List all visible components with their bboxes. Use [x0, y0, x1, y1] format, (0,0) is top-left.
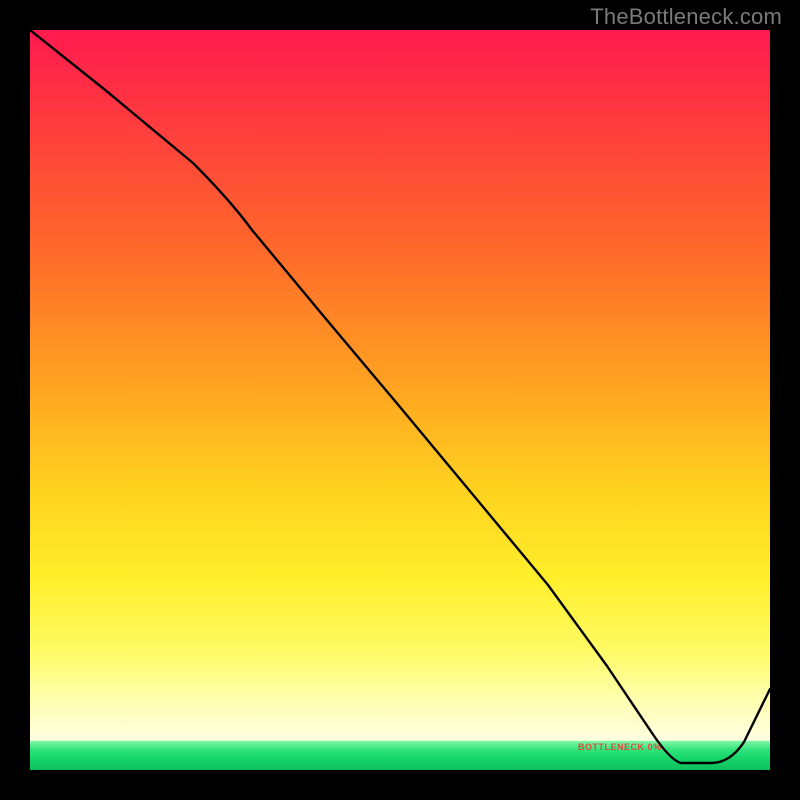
bottleneck-gradient-background [30, 30, 770, 770]
watermark-text: TheBottleneck.com [590, 4, 782, 30]
chart-frame: TheBottleneck.com BOTTLENECK 0% [0, 0, 800, 800]
bottleneck-zero-label: BOTTLENECK 0% [578, 742, 662, 752]
plot-area: BOTTLENECK 0% [30, 30, 770, 770]
